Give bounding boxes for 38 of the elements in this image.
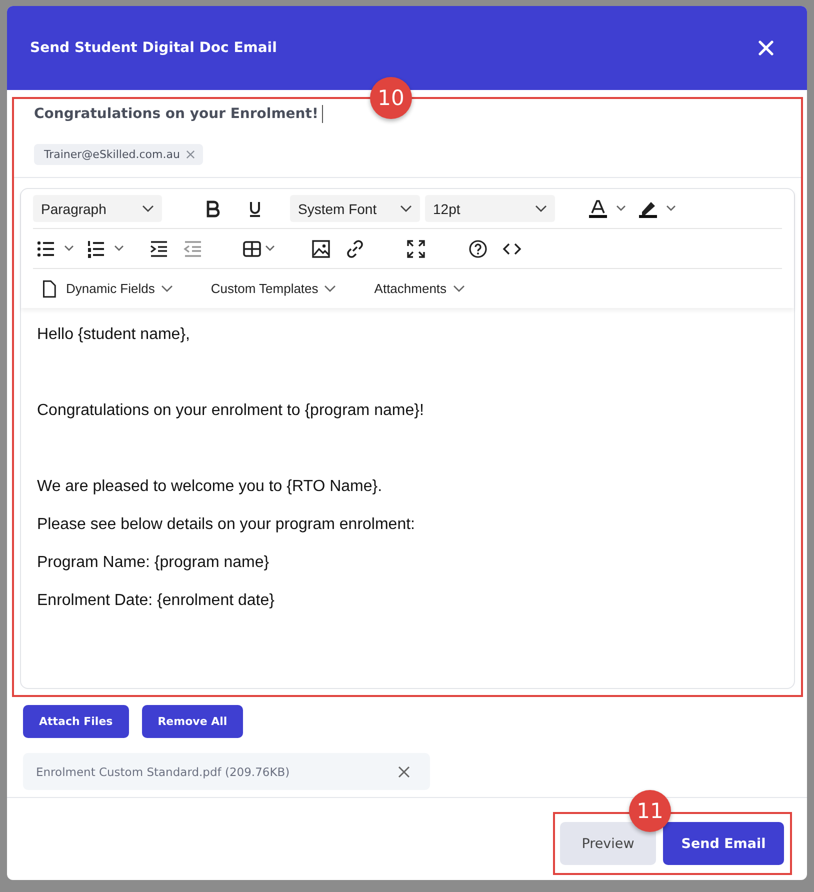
- footer-button[interactable]: Preview: [560, 822, 656, 865]
- block-format-dropdown[interactable]: Paragraph: [33, 195, 162, 222]
- dialog-title: Send Student Digital Doc Email: [30, 40, 277, 56]
- chevron-down-icon: [160, 284, 173, 292]
- help-icon[interactable]: [468, 238, 488, 258]
- step-callout: 11: [629, 790, 671, 832]
- step-callout: 10: [370, 77, 412, 119]
- toolbar-menu[interactable]: Dynamic Fields: [33, 280, 173, 298]
- outdent-icon[interactable]: [183, 238, 203, 258]
- footer-button[interactable]: Send Email: [663, 822, 784, 865]
- email-paragraph: Enrolment Date: {enrolment date}: [37, 591, 276, 611]
- image-icon[interactable]: [311, 238, 331, 258]
- attachment-name: Enrolment Custom Standard.pdf (209.76KB): [36, 764, 290, 778]
- email-paragraph: Hello {student name},: [37, 325, 191, 345]
- email-paragraph: Congratulations on your enrolment to {program name}!: [37, 401, 425, 421]
- attach-action-button[interactable]: Attach Files: [23, 705, 129, 738]
- link-icon[interactable]: [345, 238, 365, 258]
- subject-field[interactable]: Congratulations on your Enrolment!: [20, 99, 338, 123]
- font-size-dropdown[interactable]: 12pt: [425, 195, 555, 222]
- toolbar-menu[interactable]: Attachments: [374, 281, 465, 296]
- chevron-down-icon: [452, 284, 465, 292]
- font-family-dropdown[interactable]: System Font: [290, 195, 420, 222]
- chevron-down-icon: [142, 204, 154, 212]
- fullscreen-icon[interactable]: [406, 238, 426, 258]
- email-paragraph: We are pleased to welcome you to {RTO Name}.: [37, 477, 384, 497]
- toolbar-menu[interactable]: Custom Templates: [210, 281, 336, 296]
- email-paragraph: Please see below details on your program enrolment:: [37, 515, 416, 535]
- document-icon: [42, 280, 56, 298]
- remove-icon[interactable]: [398, 766, 410, 778]
- email-paragraph: Program Name: {program name}: [37, 553, 270, 573]
- chevron-down-icon: [400, 204, 412, 212]
- chevron-down-icon: [324, 284, 336, 292]
- recipient-chip[interactable]: Trainer@eSkilled.com.au: [34, 144, 203, 165]
- indent-icon[interactable]: [149, 238, 169, 258]
- attach-action-button[interactable]: Remove All: [142, 705, 244, 738]
- remove-icon[interactable]: [186, 150, 195, 159]
- chevron-down-icon: [535, 204, 547, 212]
- close-icon[interactable]: [758, 40, 774, 56]
